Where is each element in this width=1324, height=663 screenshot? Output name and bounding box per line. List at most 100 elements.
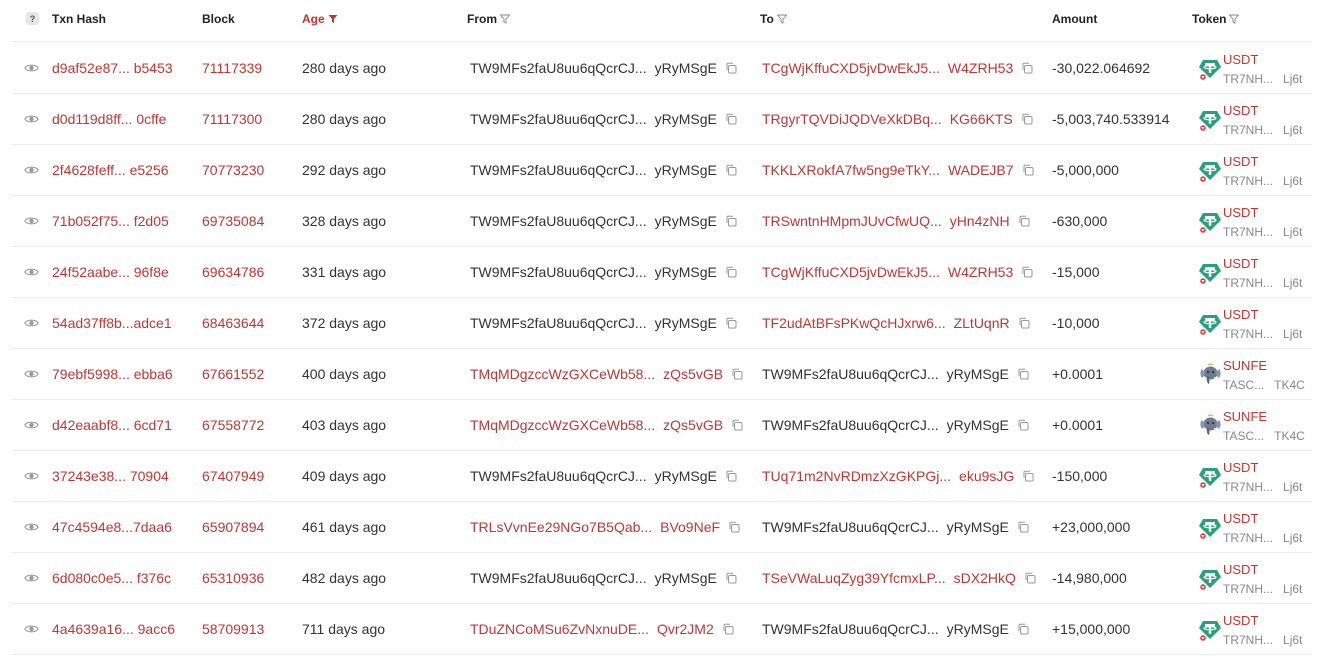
- copy-icon[interactable]: [1021, 62, 1033, 74]
- filter-icon[interactable]: [776, 14, 787, 24]
- token-symbol[interactable]: SUNFE: [1223, 409, 1267, 424]
- to-address[interactable]: TSeVWaLuqZyg39YfcmxLP... sDX2HkQ: [762, 553, 1036, 603]
- to-address[interactable]: TUq71m2NvRDmzXzGKPGj... eku9sJG: [762, 451, 1034, 501]
- copy-icon[interactable]: [725, 572, 737, 584]
- help-icon[interactable]: ?: [26, 12, 39, 25]
- eye-icon[interactable]: [23, 418, 39, 432]
- eye-icon[interactable]: [23, 112, 39, 126]
- block-link[interactable]: 67661552: [202, 349, 264, 399]
- txn-hash-link[interactable]: 71b052f75... f2d05: [52, 196, 169, 246]
- token-symbol[interactable]: USDT: [1223, 460, 1258, 475]
- token-cell[interactable]: USDT TR7NH... Lj6t: [1198, 298, 1312, 348]
- block-link[interactable]: 67558772: [202, 400, 264, 450]
- token-symbol[interactable]: USDT: [1223, 562, 1258, 577]
- copy-icon[interactable]: [1018, 317, 1030, 329]
- txn-hash-link[interactable]: 79ebf5998... ebba6: [52, 349, 173, 399]
- to-address[interactable]: TKKLXRokfA7fw5ng9eTkY... WADEJB7: [762, 145, 1034, 195]
- copy-icon[interactable]: [725, 215, 737, 227]
- block-link[interactable]: 65907894: [202, 502, 264, 552]
- copy-icon[interactable]: [725, 266, 737, 278]
- block-link[interactable]: 69735084: [202, 196, 264, 246]
- token-symbol[interactable]: USDT: [1223, 52, 1258, 67]
- copy-icon[interactable]: [1021, 266, 1033, 278]
- token-cell[interactable]: USDT TR7NH... Lj6t: [1198, 553, 1312, 603]
- token-cell[interactable]: USDT TR7NH... Lj6t: [1198, 43, 1312, 93]
- filter-icon[interactable]: [1229, 14, 1240, 24]
- copy-icon[interactable]: [1017, 368, 1029, 380]
- txn-hash-link[interactable]: 37243e38... 70904: [52, 451, 169, 501]
- token-symbol[interactable]: USDT: [1223, 256, 1258, 271]
- copy-icon[interactable]: [725, 317, 737, 329]
- token-cell[interactable]: USDT TR7NH... Lj6t: [1198, 196, 1312, 246]
- eye-icon[interactable]: [23, 469, 39, 483]
- txn-hash-link[interactable]: 54ad37ff8b...adce1: [52, 298, 172, 348]
- txn-hash-link[interactable]: 6d080c0e5... f376c: [52, 553, 171, 603]
- block-link[interactable]: 58709913: [202, 604, 264, 654]
- eye-icon[interactable]: [23, 265, 39, 279]
- copy-icon[interactable]: [725, 470, 737, 482]
- copy-icon[interactable]: [728, 521, 740, 533]
- txn-hash-link[interactable]: d0d119d8ff... 0cffe: [52, 94, 166, 144]
- block-link[interactable]: 65310936: [202, 553, 264, 603]
- to-address[interactable]: TRSwntnHMpmJUvCfwUQ... yHn4zNH: [762, 196, 1030, 246]
- block-link[interactable]: 71117339: [202, 43, 262, 93]
- token-symbol[interactable]: USDT: [1223, 613, 1258, 628]
- copy-icon[interactable]: [1017, 623, 1029, 635]
- copy-icon[interactable]: [1018, 215, 1030, 227]
- token-cell[interactable]: USDT TR7NH... Lj6t: [1198, 604, 1312, 654]
- token-cell[interactable]: SUNFE TASC... TK4C: [1198, 349, 1312, 399]
- copy-icon[interactable]: [725, 62, 737, 74]
- eye-icon[interactable]: [23, 163, 39, 177]
- block-link[interactable]: 68463644: [202, 298, 264, 348]
- token-cell[interactable]: USDT TR7NH... Lj6t: [1198, 94, 1312, 144]
- copy-icon[interactable]: [1017, 419, 1029, 431]
- eye-icon[interactable]: [23, 214, 39, 228]
- block-link[interactable]: 71117300: [202, 94, 262, 144]
- token-symbol[interactable]: USDT: [1223, 511, 1258, 526]
- eye-icon[interactable]: [23, 571, 39, 585]
- from-address[interactable]: TMqMDgzccWzGXCeWb58... zQs5vGB: [470, 349, 743, 399]
- eye-icon[interactable]: [23, 622, 39, 636]
- to-address[interactable]: TRgyrTQVDiJQDVeXkDBq... KG66KTS: [762, 94, 1033, 144]
- token-cell[interactable]: USDT TR7NH... Lj6t: [1198, 502, 1312, 552]
- token-symbol[interactable]: USDT: [1223, 154, 1258, 169]
- from-address[interactable]: TRLsVvnEe29NGo7B5Qab... BVo9NeF: [470, 502, 740, 552]
- copy-icon[interactable]: [722, 623, 734, 635]
- eye-icon[interactable]: [23, 61, 39, 75]
- to-address[interactable]: TCgWjKffuCXD5jvDwEkJ5... W4ZRH53: [762, 247, 1033, 297]
- txn-hash-link[interactable]: d42eaabf8... 6cd71: [52, 400, 172, 450]
- txn-hash-link[interactable]: 47c4594e8...7daa6: [52, 502, 172, 552]
- token-symbol[interactable]: USDT: [1223, 307, 1258, 322]
- copy-icon[interactable]: [1022, 470, 1034, 482]
- copy-icon[interactable]: [725, 164, 737, 176]
- copy-icon[interactable]: [1017, 521, 1029, 533]
- token-symbol[interactable]: SUNFE: [1223, 358, 1267, 373]
- token-cell[interactable]: USDT TR7NH... Lj6t: [1198, 451, 1312, 501]
- token-symbol[interactable]: USDT: [1223, 205, 1258, 220]
- block-link[interactable]: 70773230: [202, 145, 264, 195]
- copy-icon[interactable]: [1022, 164, 1034, 176]
- from-address[interactable]: TDuZNCoMSu6ZvNxnuDE... Qvr2JM2: [470, 604, 734, 654]
- eye-icon[interactable]: [23, 316, 39, 330]
- txn-hash-link[interactable]: d9af52e87... b5453: [52, 43, 173, 93]
- to-address[interactable]: TCgWjKffuCXD5jvDwEkJ5... W4ZRH53: [762, 43, 1033, 93]
- eye-icon[interactable]: [23, 367, 39, 381]
- token-symbol[interactable]: USDT: [1223, 103, 1258, 118]
- filter-icon[interactable]: [500, 14, 510, 24]
- filter-active-icon[interactable]: [328, 14, 338, 24]
- from-address[interactable]: TMqMDgzccWzGXCeWb58... zQs5vGB: [470, 400, 743, 450]
- eye-icon[interactable]: [23, 520, 39, 534]
- copy-icon[interactable]: [731, 368, 743, 380]
- copy-icon[interactable]: [1021, 113, 1033, 125]
- block-link[interactable]: 69634786: [202, 247, 264, 297]
- txn-hash-link[interactable]: 24f52aabe... 96f8e: [52, 247, 169, 297]
- copy-icon[interactable]: [1024, 572, 1036, 584]
- copy-icon[interactable]: [725, 113, 737, 125]
- token-cell[interactable]: SUNFE TASC... TK4C: [1198, 400, 1312, 450]
- token-cell[interactable]: USDT TR7NH... Lj6t: [1198, 247, 1312, 297]
- token-cell[interactable]: USDT TR7NH... Lj6t: [1198, 145, 1312, 195]
- block-link[interactable]: 67407949: [202, 451, 264, 501]
- to-address[interactable]: TF2udAtBFsPKwQcHJxrw6... ZLtUqnR: [762, 298, 1030, 348]
- txn-hash-link[interactable]: 2f4628feff... e5256: [52, 145, 169, 195]
- txn-hash-link[interactable]: 4a4639a16... 9acc6: [52, 604, 175, 654]
